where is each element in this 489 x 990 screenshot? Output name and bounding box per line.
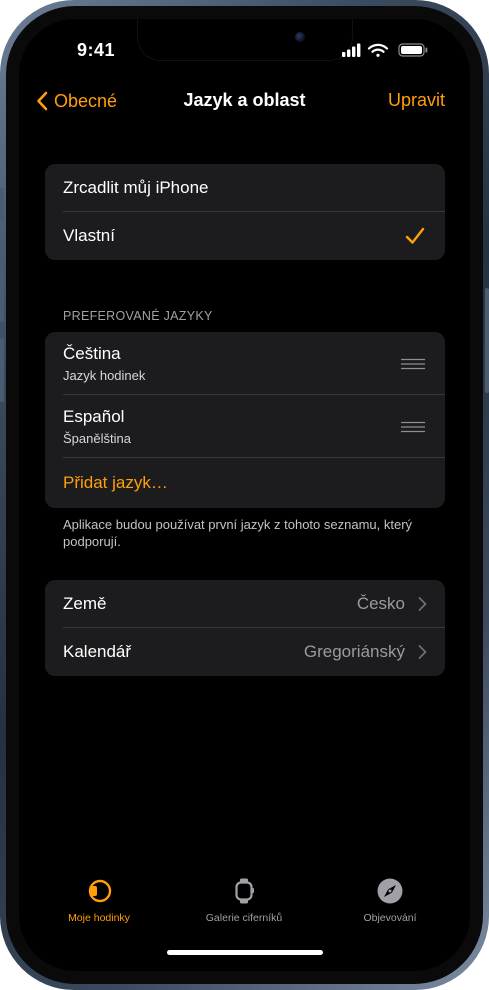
volume-up-button (0, 258, 4, 322)
preferred-languages-footer: Aplikace budou používat první jazyk z to… (63, 517, 413, 549)
tab-label: Objevování (363, 912, 417, 924)
preferred-languages-group: Čeština Jazyk hodinek Español Španělštin… (45, 332, 445, 508)
region-row-label: Země (63, 594, 107, 613)
mode-option-mirror-iphone[interactable]: Zrcadlit můj iPhone (45, 164, 445, 212)
checkmark-icon (405, 227, 425, 244)
language-mode-group: Zrcadlit můj iPhone Vlastní (45, 164, 445, 260)
mode-option-label: Vlastní (63, 226, 115, 245)
language-row-spanish[interactable]: Español Španělština (45, 395, 445, 458)
battery-icon (398, 43, 428, 57)
language-name: Español (63, 407, 125, 426)
status-time: 9:41 (77, 40, 116, 60)
tab-bar: Moje hodinky Galerie ciferníků Objevován… (19, 869, 470, 939)
watch-face-icon (235, 878, 254, 904)
region-row-value: Gregoriánský (303, 642, 405, 661)
front-camera (295, 32, 305, 42)
home-indicator[interactable] (167, 950, 323, 955)
add-language-button[interactable]: Přidat jazyk… (45, 458, 445, 508)
wifi-icon (367, 43, 389, 57)
screen: 9:41 Obecné Jazyk a oblast Upravit Zrcad… (19, 19, 470, 971)
region-row-country[interactable]: Země Česko (45, 580, 445, 628)
action-button (0, 188, 4, 221)
cellular-signal-icon (342, 43, 361, 57)
region-row-calendar[interactable]: Kalendář Gregoriánský (45, 628, 445, 676)
tab-face-gallery[interactable]: Galerie ciferníků (169, 869, 319, 924)
language-name: Čeština (63, 344, 121, 363)
status-icons (342, 43, 428, 57)
notch (137, 19, 353, 61)
compass-icon (377, 878, 403, 904)
region-row-value: Česko (356, 594, 405, 613)
chevron-right-icon (418, 645, 427, 659)
language-subtitle: Španělština (63, 431, 131, 446)
region-row-label: Kalendář (63, 642, 132, 661)
add-language-label: Přidat jazyk… (63, 473, 168, 492)
volume-down-button (0, 338, 4, 402)
reorder-grip-icon[interactable] (401, 421, 425, 432)
chevron-right-icon (418, 597, 427, 611)
tab-label: Moje hodinky (68, 912, 130, 924)
tab-discover[interactable]: Objevování (315, 869, 465, 924)
preferred-languages-header: PREFEROVANÉ JAZYKY (63, 309, 213, 323)
reorder-grip-icon[interactable] (401, 358, 425, 369)
mode-option-custom[interactable]: Vlastní (45, 212, 445, 260)
mode-option-label: Zrcadlit můj iPhone (63, 178, 209, 197)
watch-icon (88, 879, 112, 903)
region-group: Země Česko Kalendář Gregoriánský (45, 580, 445, 676)
power-button (485, 288, 489, 393)
tab-label: Galerie ciferníků (205, 912, 283, 924)
edit-button[interactable]: Upravit (388, 90, 445, 111)
tab-my-watch[interactable]: Moje hodinky (24, 869, 174, 924)
language-row-czech[interactable]: Čeština Jazyk hodinek (45, 332, 445, 395)
language-subtitle: Jazyk hodinek (63, 368, 146, 383)
